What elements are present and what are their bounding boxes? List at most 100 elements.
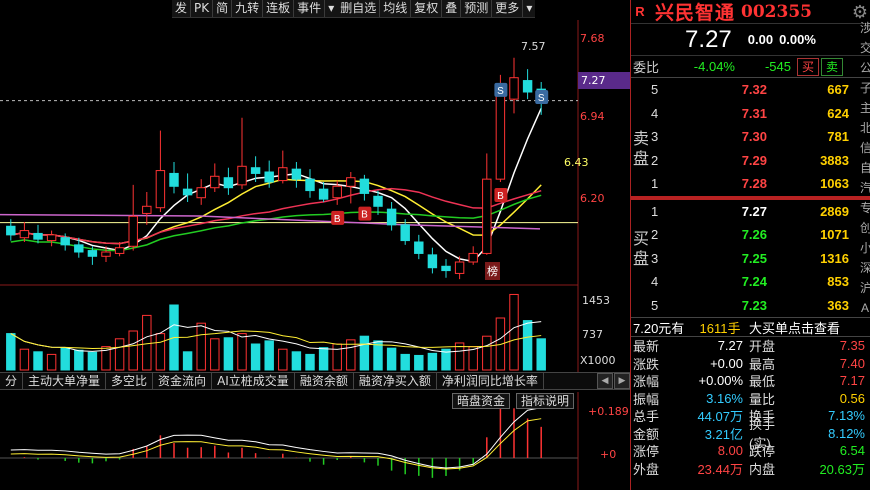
order-book-row[interactable]: 5 7.32 667 xyxy=(631,78,870,102)
book-price: 7.31 xyxy=(741,105,767,121)
edge-tab[interactable]: A xyxy=(860,298,870,318)
toolbar-item[interactable]: 发 xyxy=(172,0,192,17)
order-book-row[interactable]: 4 7.31 624 xyxy=(631,102,870,126)
edge-tab[interactable]: 主 xyxy=(860,98,870,118)
volume-bar xyxy=(155,333,166,371)
edge-tab[interactable]: 北 xyxy=(860,118,870,138)
order-book-row[interactable]: 1 7.27 2869 xyxy=(631,200,870,224)
candle-body xyxy=(114,247,125,254)
candle-body xyxy=(346,177,356,187)
toolbar-item[interactable]: 简 xyxy=(213,0,233,17)
ma10-line xyxy=(10,178,542,245)
kline-chart-svg[interactable]: S S B B B xyxy=(0,0,630,490)
quote-panel: R 兴民智通 002355 ⚙ 7.27 0.00 0.00% 委比 -4.04… xyxy=(630,0,870,490)
tab-indicator[interactable]: 净利润同比增长率 xyxy=(437,373,544,389)
toolbar-item[interactable]: 预测 xyxy=(461,0,493,17)
volume-bar xyxy=(210,338,220,371)
toolbar-item[interactable]: 复权 xyxy=(411,0,443,17)
order-book-row[interactable]: 4 7.24 853 xyxy=(631,270,870,294)
book-volume: 781 xyxy=(827,129,849,145)
indicator-tick-label: +0.189 xyxy=(588,405,629,418)
candle-body xyxy=(305,178,315,192)
edge-tab[interactable]: 信 xyxy=(860,138,870,158)
tab-indicator[interactable]: 主动大单净量 xyxy=(23,373,107,389)
chevron-right-icon[interactable]: ▶ xyxy=(614,373,630,389)
edge-tab[interactable]: 涉 xyxy=(860,18,870,38)
edge-tab[interactable]: 汽 xyxy=(860,178,870,198)
candle-body xyxy=(359,178,370,194)
stat-value: +0.00 xyxy=(710,355,743,371)
kline-chart-area[interactable]: S S B B B 发 PK 简 九转 连板 事件 ▾ 删自选 均线 复权 叠 预测 更… xyxy=(0,0,630,490)
toolbar-item[interactable]: 更多 xyxy=(492,0,524,17)
tab-indicator[interactable]: 融资余额 xyxy=(295,373,354,389)
stat-value: 23.44万 xyxy=(697,461,743,477)
right-edge-tabs: 涉交公子主北信自汽专创小深沪A xyxy=(860,18,870,490)
candle-body xyxy=(509,77,519,100)
edge-tab[interactable]: 沪 xyxy=(860,278,870,298)
sell-button[interactable]: 卖 xyxy=(821,57,844,76)
tab-indicator[interactable]: 融资净买入额 xyxy=(354,373,437,389)
quote-stats: 最新 7.27 开盘 7.35 涨跌 +0.00 最高 7.40 涨幅 +0.00% 最低 7.17 振… xyxy=(631,337,870,477)
tab-indicator[interactable]: 分 xyxy=(0,373,24,389)
order-book-row[interactable]: 2 7.26 1071 xyxy=(631,223,870,247)
tab-indicator[interactable]: 资金流向 xyxy=(153,373,213,389)
event-badge[interactable]: 榜 xyxy=(485,262,500,280)
toolbar-item[interactable]: 连板 xyxy=(263,0,295,17)
buy-button[interactable]: 买 xyxy=(797,57,820,76)
volume-bar xyxy=(414,354,424,371)
buy-side-label: 买盘 xyxy=(633,230,650,268)
toolbar-item[interactable]: 均线 xyxy=(380,0,412,17)
indicator-help-button[interactable]: 指标说明 xyxy=(516,393,575,409)
stat-value: 7.35 xyxy=(839,338,865,354)
toolbar-item[interactable]: 叠 xyxy=(442,0,462,17)
toolbar-item[interactable]: 九转 xyxy=(232,0,264,17)
toolbar-item[interactable]: PK xyxy=(191,0,214,17)
edge-tab[interactable]: 专 xyxy=(860,198,870,218)
trade-note[interactable]: 大买单点击查看 xyxy=(749,318,840,337)
order-book-row[interactable]: 3 7.25 1316 xyxy=(631,247,870,271)
candle-body xyxy=(33,232,43,240)
volume-tick-label: 737 xyxy=(582,328,603,341)
dark-pool-button[interactable]: 暗盘资金 xyxy=(452,393,511,409)
volume-bar xyxy=(6,333,16,371)
candle-body xyxy=(237,165,247,186)
volume-bar xyxy=(291,351,302,371)
candle-body xyxy=(332,185,342,199)
edge-tab[interactable]: 创 xyxy=(860,218,870,238)
toolbar-item[interactable]: 删自选 xyxy=(337,0,381,17)
book-level: 4 xyxy=(651,105,659,121)
chevron-left-icon[interactable]: ◀ xyxy=(597,373,613,389)
edge-tab[interactable]: 交 xyxy=(860,38,870,58)
tab-indicator[interactable]: AI立桩成交量 xyxy=(212,373,295,389)
edge-tab[interactable]: 小 xyxy=(860,238,870,258)
volume-bar xyxy=(305,353,315,371)
tab-indicator[interactable]: 多空比 xyxy=(106,373,154,389)
book-price: 7.29 xyxy=(741,152,767,168)
edge-tab[interactable]: 子 xyxy=(860,78,870,98)
edge-tab[interactable]: 深 xyxy=(860,258,870,278)
stat-row: 外盘 23.44万 内盘 20.63万 xyxy=(631,460,870,478)
volume-bar xyxy=(359,335,370,371)
order-book-row[interactable]: 3 7.30 781 xyxy=(631,125,870,149)
edge-tab[interactable]: 公 xyxy=(860,58,870,78)
order-book-row[interactable]: 2 7.29 3883 xyxy=(631,149,870,173)
big-trade-row[interactable]: 7.20元有 1611手 大买单点击查看 xyxy=(631,317,870,337)
edge-tab[interactable]: 自 xyxy=(860,158,870,178)
order-book-row[interactable]: 5 7.23 363 xyxy=(631,294,870,318)
stock-name: 兴民智通 xyxy=(655,2,736,24)
bid-book: 买盘 1 7.27 2869 2 7.26 1071 3 7.25 1316 4 7.24 853 5 7… xyxy=(631,200,870,318)
stat-value: 20.63万 xyxy=(819,461,865,477)
book-level: 2 xyxy=(651,227,659,243)
stat-row: 涨停 8.00 跌停 6.54 xyxy=(631,442,870,460)
order-book-row[interactable]: 1 7.28 1063 xyxy=(631,172,870,196)
book-price: 7.30 xyxy=(741,129,767,145)
chevron-down-icon[interactable]: ▾ xyxy=(523,0,535,17)
volume-bar xyxy=(400,353,410,371)
volume-bar xyxy=(74,349,84,371)
chevron-down-icon[interactable]: ▾ xyxy=(325,0,337,17)
toolbar-item[interactable]: 事件 xyxy=(294,0,326,17)
volume-bar xyxy=(237,333,247,371)
stat-key: 总手 xyxy=(633,409,660,425)
volume-unit-label: X1000 xyxy=(580,354,616,367)
book-level: 5 xyxy=(651,82,659,98)
